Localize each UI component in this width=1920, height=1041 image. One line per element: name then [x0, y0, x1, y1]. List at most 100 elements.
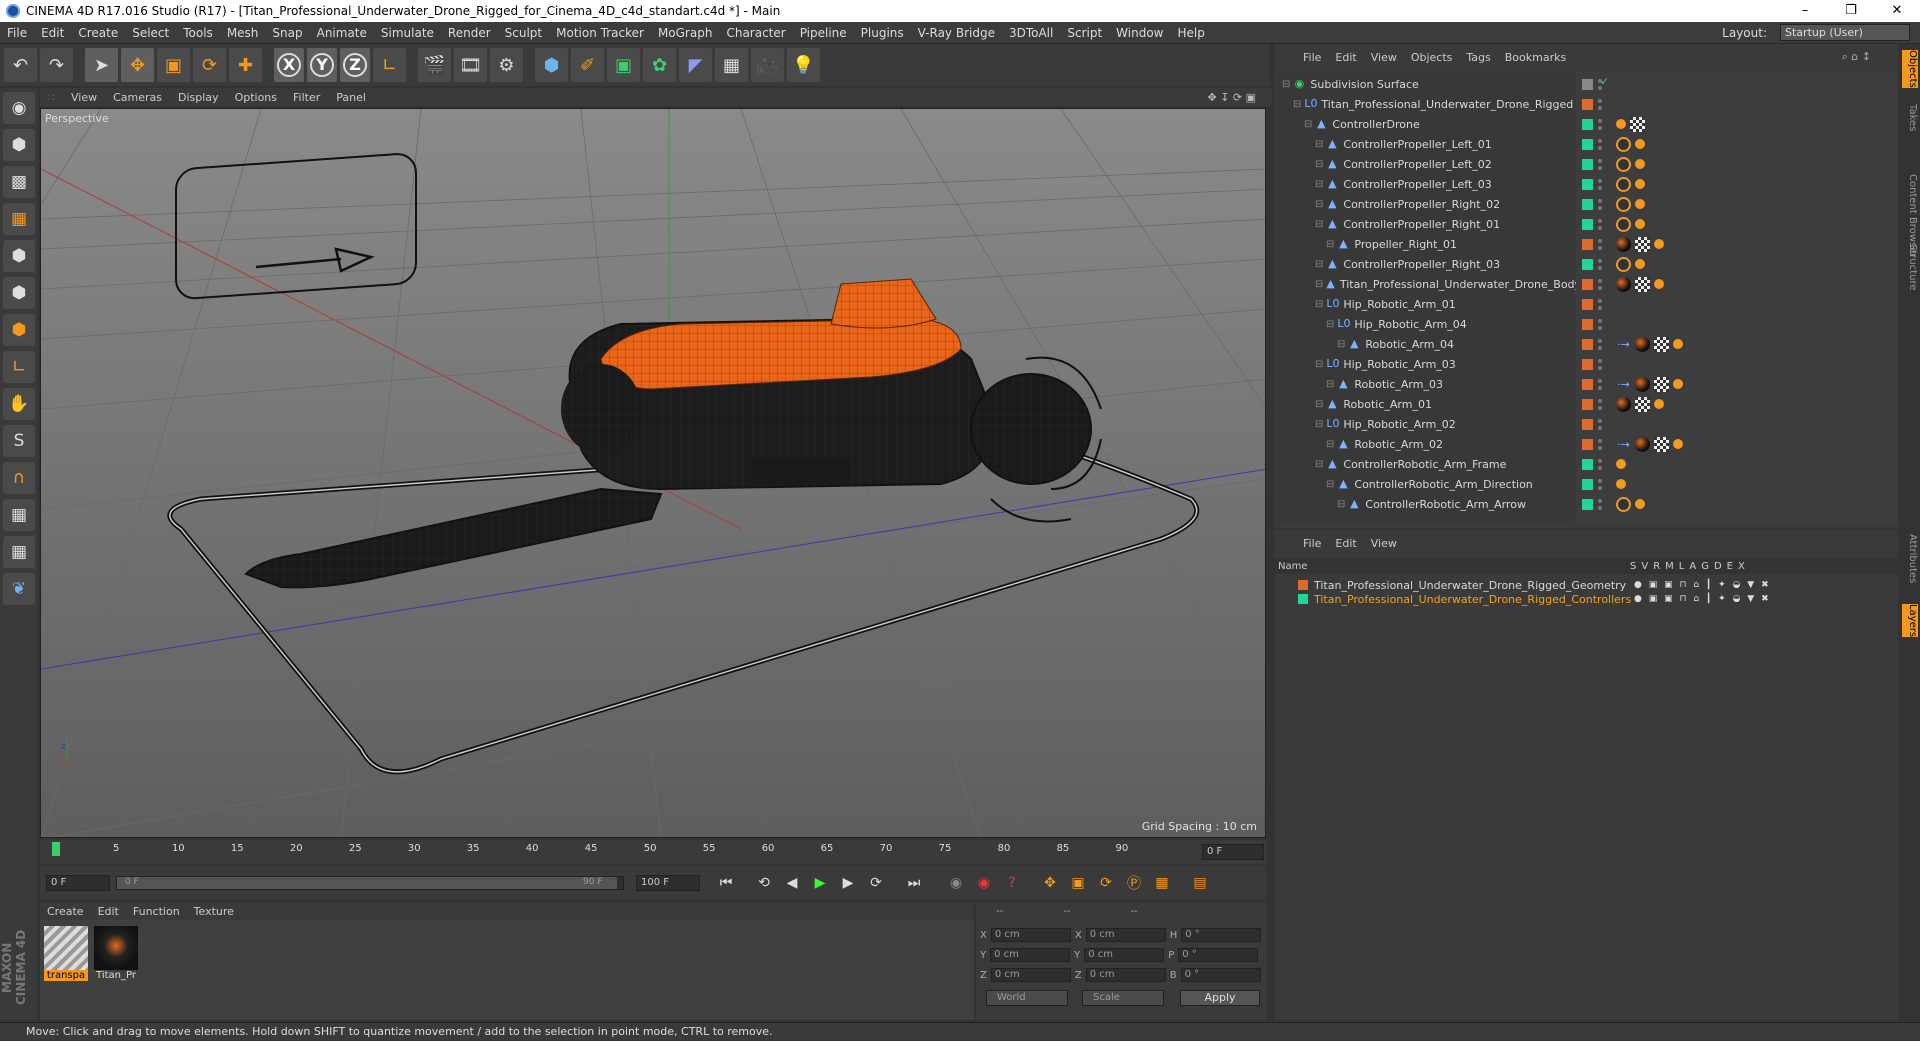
key-position-icon[interactable]: ✥ [1038, 871, 1062, 895]
render-view-icon[interactable]: 🎬 [418, 48, 451, 82]
layer-color-swatch[interactable] [1582, 78, 1593, 90]
subdivision-generator-icon[interactable]: ▣ [607, 48, 640, 82]
material-menu-edit[interactable]: Edit [91, 905, 126, 918]
expand-toggle-icon[interactable]: ⊟ [1315, 219, 1323, 230]
undo-icon[interactable]: ↶ [4, 48, 37, 82]
key-pla-icon[interactable]: ▦ [1150, 871, 1174, 895]
visibility-dots-icon[interactable] [1598, 337, 1604, 351]
expand-toggle-icon[interactable]: ⊟ [1315, 279, 1323, 290]
object-menu-file[interactable]: File [1296, 51, 1328, 64]
maximize-button[interactable]: ❐ [1828, 0, 1874, 22]
layer-color-swatch[interactable] [1582, 98, 1593, 110]
visibility-dots-icon[interactable] [1598, 277, 1604, 291]
layer-menu-edit[interactable]: Edit [1328, 537, 1363, 550]
object-row[interactable]: ⊟ L0 Hip_Robotic_Arm_04 [1274, 314, 1574, 334]
visibility-dots-icon[interactable] [1598, 157, 1604, 171]
planar-workplane-icon[interactable]: ▦ [3, 536, 35, 568]
layer-toggle-icons[interactable]: ● ▣ ▣ ⊓ ⌂ ┃ ✦ ◒ ▼ ✖ [1634, 580, 1771, 590]
next-frame-icon[interactable]: ▶ [836, 871, 860, 895]
layer-color-swatch[interactable] [1298, 594, 1308, 604]
viewport-menu-display[interactable]: Display [170, 91, 227, 104]
expand-toggle-icon[interactable]: ⊟ [1326, 479, 1334, 490]
constraint-tag-icon[interactable] [1673, 339, 1683, 349]
current-frame-field[interactable]: 0 F [1202, 844, 1264, 860]
constraint-tag-icon[interactable] [1616, 459, 1626, 469]
coord-value-field[interactable]: 0 ° [1180, 968, 1261, 982]
constraint-tag-icon[interactable] [1635, 139, 1645, 149]
lock-workplane-icon[interactable]: ▦ [3, 499, 35, 531]
visibility-dots-icon[interactable] [1598, 197, 1604, 211]
snap-icon[interactable]: S [3, 425, 35, 457]
object-menu-tags[interactable]: Tags [1459, 51, 1497, 64]
viewport-nav-icons[interactable]: ✥ ↧ ⟳ ▣ [1199, 91, 1264, 104]
menu-mograph[interactable]: MoGraph [651, 26, 720, 40]
layer-toggle-icons[interactable]: ● ▣ ▣ ⊓ ⌂ ┃ ✦ ◒ ▼ ✖ [1634, 594, 1771, 604]
menu-3dtoall[interactable]: 3DToAll [1002, 26, 1060, 40]
timeline-window-icon[interactable]: ▤ [1188, 871, 1212, 895]
key-rotation-icon[interactable]: ⟳ [1094, 871, 1118, 895]
material-swatch[interactable]: transpa [44, 926, 88, 986]
menu-render[interactable]: Render [441, 26, 498, 40]
axis-mode-icon[interactable]: ∟ [3, 351, 35, 383]
expand-toggle-icon[interactable]: ⊟ [1315, 299, 1323, 310]
expand-toggle-icon[interactable]: ⊟ [1326, 239, 1334, 250]
layer-menu-file[interactable]: File [1296, 537, 1328, 550]
layer-color-swatch[interactable] [1582, 278, 1593, 290]
coord-value-field[interactable]: 0 cm [1085, 968, 1166, 982]
layer-row[interactable]: Titan_Professional_Underwater_Drone_Rigg… [1278, 578, 1771, 592]
expand-toggle-icon[interactable]: ⊟ [1337, 339, 1345, 350]
coord-value-field[interactable]: 0 cm [990, 968, 1071, 982]
enabled-check-icon[interactable]: ✓ [1600, 75, 1609, 88]
constraint-tag-icon[interactable] [1673, 379, 1683, 389]
floor-scene-icon[interactable]: ▦ [715, 48, 748, 82]
make-editable-icon[interactable]: ◉ [3, 92, 35, 124]
menu-tools[interactable]: Tools [176, 26, 220, 40]
side-tab-takes[interactable]: Takes [1902, 104, 1918, 131]
expand-toggle-icon[interactable]: ⊟ [1315, 399, 1323, 410]
expand-toggle-icon[interactable]: ⊟ [1315, 179, 1323, 190]
viewport-menu-view[interactable]: View [63, 91, 105, 104]
uvw-tag-icon[interactable] [1635, 236, 1650, 252]
visibility-dots-icon[interactable] [1598, 237, 1604, 251]
layer-color-swatch[interactable] [1582, 258, 1593, 270]
expand-toggle-icon[interactable]: ⊟ [1315, 419, 1323, 430]
object-menu-edit[interactable]: Edit [1328, 51, 1363, 64]
coord-value-field[interactable]: 0 cm [990, 948, 1071, 962]
texture-mode-icon[interactable]: ▩ [3, 166, 35, 198]
menu-character[interactable]: Character [719, 26, 792, 40]
layer-row[interactable]: Titan_Professional_Underwater_Drone_Rigg… [1278, 592, 1771, 606]
live-selection-icon[interactable]: ✚ [229, 48, 262, 82]
layer-color-swatch[interactable] [1582, 478, 1593, 490]
python-icon[interactable]: ❦ [3, 573, 35, 605]
side-tab-attributes[interactable]: Attributes [1902, 534, 1918, 583]
next-key-icon[interactable]: ⟳ [864, 871, 888, 895]
layer-color-swatch[interactable] [1582, 238, 1593, 250]
object-row[interactable]: ⊟ L0 Hip_Robotic_Arm_01 [1274, 294, 1574, 314]
go-to-start-icon[interactable]: ⏮ [714, 871, 738, 895]
polygons-mode-icon[interactable]: ⬢ [3, 314, 35, 346]
model-mode-icon[interactable]: ⬢ [3, 129, 35, 161]
visibility-dots-icon[interactable] [1598, 257, 1604, 271]
x-axis-lock-icon[interactable]: X [274, 48, 304, 82]
protection-tag-icon[interactable] [1616, 496, 1631, 512]
visibility-dots-icon[interactable] [1598, 417, 1604, 431]
constraint-tag-icon[interactable] [1635, 219, 1645, 229]
constraint-tag-icon[interactable] [1635, 499, 1645, 509]
menu-motion-tracker[interactable]: Motion Tracker [549, 26, 651, 40]
coordinate-system-icon[interactable]: ∟ [373, 48, 406, 82]
object-row[interactable]: ⊟ L0 Hip_Robotic_Arm_02 [1274, 414, 1574, 434]
key-scale-icon[interactable]: ▣ [1066, 871, 1090, 895]
layer-color-swatch[interactable] [1582, 458, 1593, 470]
constraint-tag-icon[interactable] [1616, 119, 1626, 129]
visibility-dots-icon[interactable] [1598, 177, 1604, 191]
object-row[interactable]: ⊟ ▲ Robotic_Arm_02 [1274, 434, 1574, 454]
menu-window[interactable]: Window [1109, 26, 1170, 40]
object-row[interactable]: ⊟ ▲ ControllerDrone [1274, 114, 1574, 134]
protection-tag-icon[interactable] [1616, 216, 1631, 232]
uvw-tag-icon[interactable] [1654, 436, 1669, 452]
menu-v-ray-bridge[interactable]: V-Ray Bridge [911, 26, 1002, 40]
object-row[interactable]: ⊟ ◉ Subdivision Surface [1274, 74, 1574, 94]
material-menu-create[interactable]: Create [40, 905, 91, 918]
redo-icon[interactable]: ↷ [40, 48, 73, 82]
workplane-icon[interactable]: ▦ [3, 203, 35, 235]
